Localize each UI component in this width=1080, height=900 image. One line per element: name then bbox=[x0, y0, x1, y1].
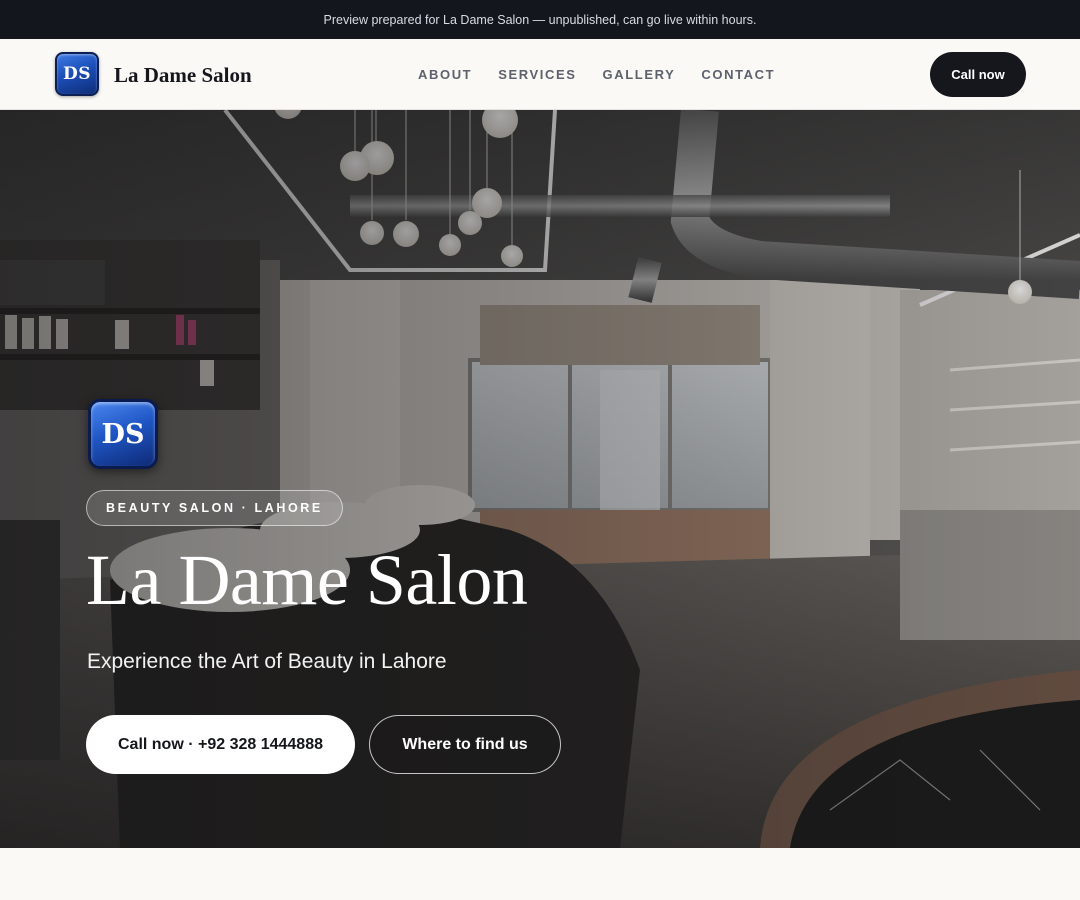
brand-name[interactable]: La Dame Salon bbox=[114, 63, 252, 88]
nav-link-gallery[interactable]: GALLERY bbox=[603, 67, 676, 82]
nav-link-contact[interactable]: CONTACT bbox=[701, 67, 775, 82]
find-us-button[interactable]: Where to find us bbox=[369, 715, 561, 774]
main-nav: ABOUT SERVICES GALLERY CONTACT bbox=[418, 67, 775, 82]
announcement-text: Preview prepared for La Dame Salon — unp… bbox=[323, 12, 757, 27]
nav-link-about[interactable]: ABOUT bbox=[418, 67, 472, 82]
logo-icon[interactable]: DS bbox=[55, 52, 99, 96]
nav-link-services[interactable]: SERVICES bbox=[498, 67, 576, 82]
site-header: DS La Dame Salon ABOUT SERVICES GALLERY … bbox=[0, 39, 1080, 110]
next-section bbox=[0, 848, 1080, 900]
announcement-bar: Preview prepared for La Dame Salon — unp… bbox=[0, 0, 1080, 39]
hero-tagline-pill: BEAUTY SALON · LAHORE bbox=[86, 490, 343, 526]
hero-title: La Dame Salon bbox=[86, 540, 528, 620]
hero-subtitle: Experience the Art of Beauty in Lahore bbox=[87, 650, 447, 673]
call-now-button[interactable]: Call now bbox=[930, 52, 1026, 97]
call-phone-button[interactable]: Call now · +92 328 1444888 bbox=[86, 715, 355, 774]
hero-section: DS BEAUTY SALON · LAHORE La Dame Salon E… bbox=[0, 110, 1080, 848]
hero-logo-icon: DS bbox=[88, 399, 158, 469]
